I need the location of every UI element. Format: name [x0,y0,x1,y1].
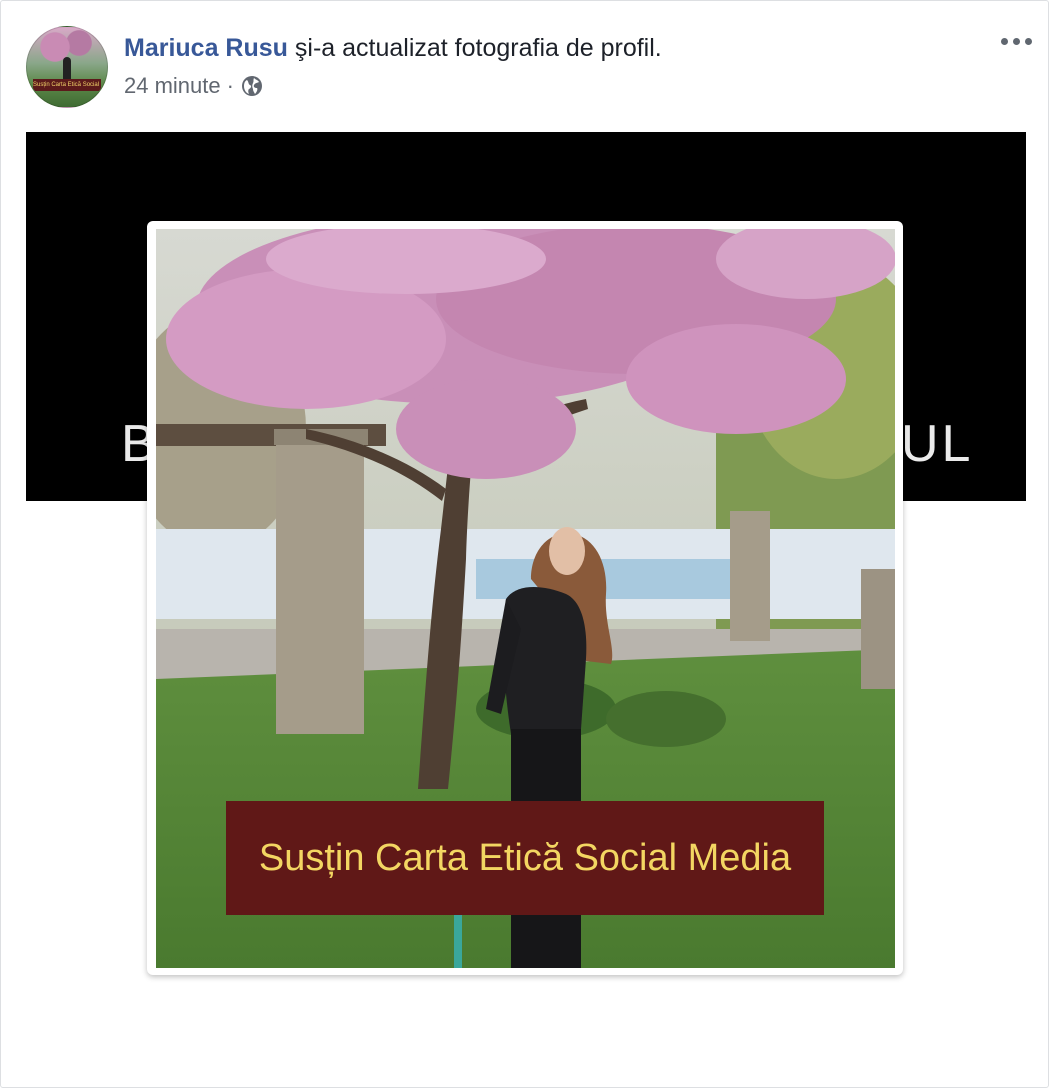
avatar-person [63,57,71,81]
cover-text-right: UL [901,415,974,473]
globe-icon[interactable] [240,74,264,98]
more-options-icon[interactable] [997,29,1035,53]
post-action-text: şi-a actualizat fotografia de profil. [287,34,662,62]
meta-separator: · [226,73,234,98]
support-banner: Susțin Carta Etică Social Media [226,801,824,915]
avatar-banner: Susțin Carta Etică Social Media [33,79,101,91]
post-meta: 24 minute · [124,73,264,99]
author-name-link[interactable]: Mariuca Rusu [124,34,288,62]
post-timestamp[interactable]: 24 minute [124,73,221,99]
author-avatar[interactable]: Susțin Carta Etică Social Media [26,26,108,108]
post-header-line: Mariuca Rusu şi-a actualizat fotografia … [124,34,662,63]
support-banner-text: Susțin Carta Etică Social Media [258,836,792,879]
